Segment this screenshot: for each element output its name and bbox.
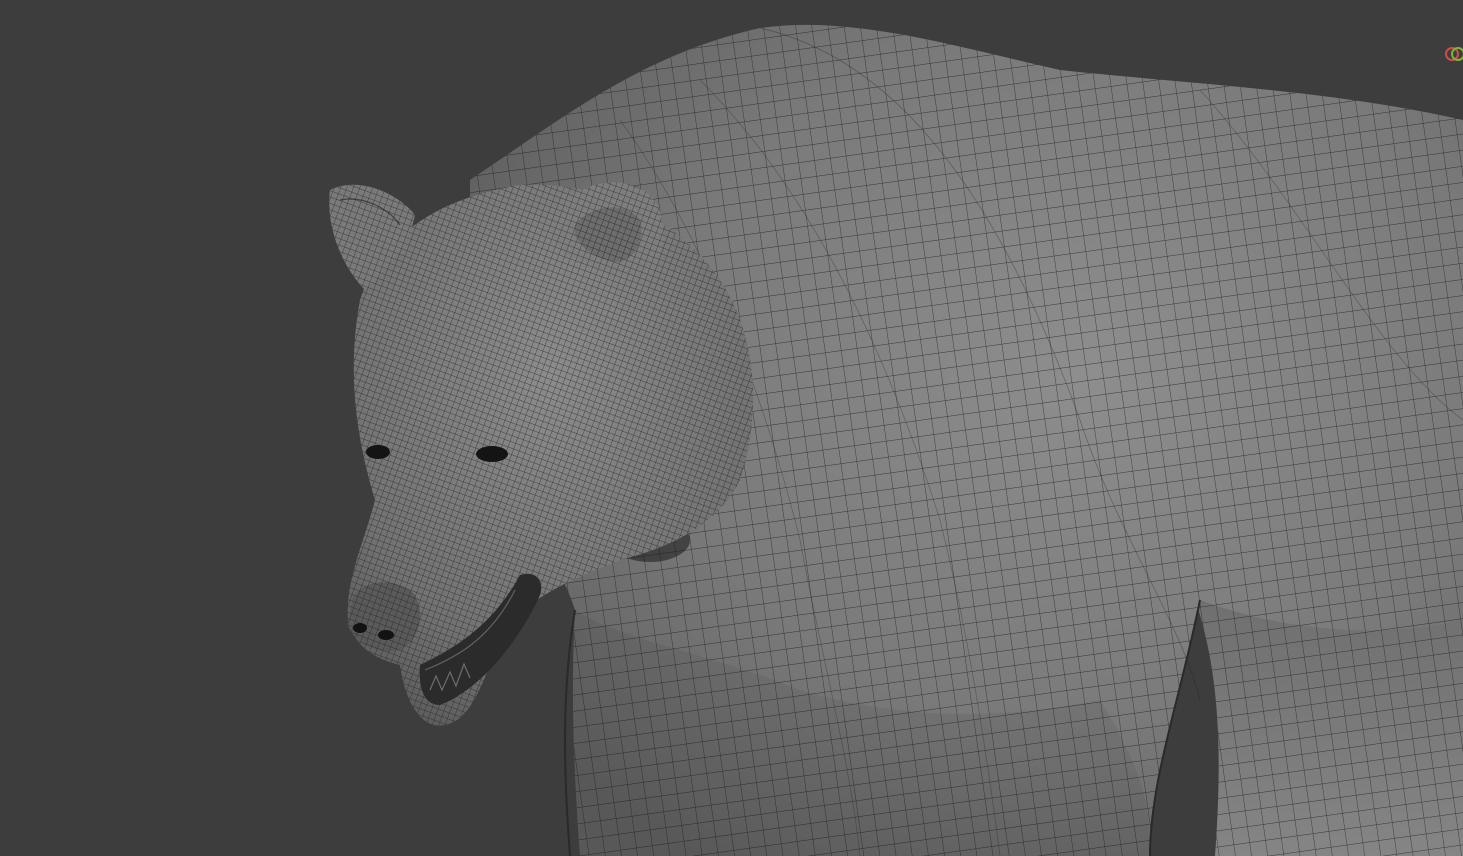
- bear-mesh-render[interactable]: [0, 0, 1463, 856]
- bear-left-eye: [366, 445, 390, 459]
- bear-right-eye: [476, 446, 508, 462]
- viewport-axis-gizmo[interactable]: [1443, 45, 1463, 67]
- y-axis-indicator-icon[interactable]: [1451, 47, 1463, 61]
- 3d-viewport[interactable]: [0, 0, 1463, 856]
